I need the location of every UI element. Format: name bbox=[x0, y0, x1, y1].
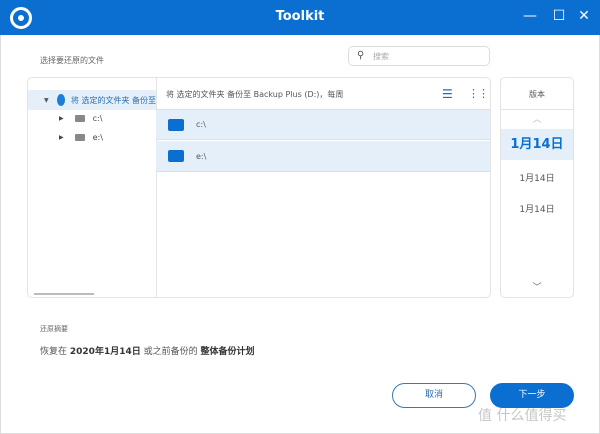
scroll-up-icon[interactable]: ︿ bbox=[501, 112, 573, 125]
file-name: c:\ bbox=[196, 120, 206, 129]
title-bar: Toolkit — ☐ ✕ bbox=[0, 0, 600, 35]
maximize-button[interactable]: ☐ bbox=[551, 8, 567, 24]
version-selected[interactable]: 1月14日 bbox=[501, 129, 573, 160]
tree-root-label: 将 选定的文件夹 备份至 bbox=[70, 95, 156, 105]
watermark: 值 什么值得买 bbox=[478, 408, 567, 424]
content-header: 将 选定的文件夹 备份至 Backup Plus (D:)，每周 bbox=[166, 90, 344, 99]
summary-text: 恢复在 2020年1月14日 或之前备份的 整体备份计划 bbox=[40, 344, 255, 357]
minimize-button[interactable]: — bbox=[522, 8, 538, 24]
search-icon: ⚲ bbox=[357, 50, 365, 61]
file-name: e:\ bbox=[196, 151, 207, 161]
summary-plan: 整体备份计划 bbox=[200, 347, 255, 357]
window-title: Toolkit bbox=[275, 9, 325, 24]
version-item[interactable]: 1月14日 bbox=[501, 202, 573, 215]
tree-item-root[interactable]: ▼ 将 选定的文件夹 备份至 bbox=[28, 90, 156, 110]
cancel-button[interactable]: 取消 bbox=[392, 383, 476, 408]
folder-icon bbox=[168, 118, 184, 131]
tree-item-c[interactable]: ▶ c:\ bbox=[28, 108, 102, 128]
folder-icon bbox=[74, 133, 85, 141]
version-header: 版本 bbox=[529, 90, 545, 99]
scroll-down-icon[interactable]: ﹀ bbox=[501, 280, 573, 293]
search-input[interactable]: ⚲ 搜索 bbox=[348, 46, 490, 66]
summary-label: 还原摘要 bbox=[40, 325, 68, 333]
tree-item-label: c:\ bbox=[92, 113, 103, 123]
file-row[interactable]: e:\ bbox=[156, 141, 490, 172]
folder-icon bbox=[168, 150, 184, 162]
folder-icon bbox=[74, 114, 85, 122]
caret-right-icon: ▶ bbox=[59, 133, 64, 141]
tree-item-label: e:\ bbox=[92, 132, 103, 142]
file-browser: ▼ 将 选定的文件夹 备份至 ▶ c:\ ▶ e:\ 将 选定的文件夹 备份至 … bbox=[27, 77, 491, 298]
version-item[interactable]: 1月14日 bbox=[501, 171, 573, 184]
list-view-icon[interactable]: ☰ bbox=[442, 87, 453, 101]
summary-middle: 或之前备份的 bbox=[143, 347, 198, 357]
horizontal-scrollbar[interactable] bbox=[34, 293, 94, 295]
close-button[interactable]: ✕ bbox=[576, 8, 592, 24]
tree-item-e[interactable]: ▶ e:\ bbox=[28, 127, 103, 147]
summary-prefix: 恢复在 bbox=[40, 347, 68, 357]
caret-right-icon: ▶ bbox=[59, 114, 64, 122]
caret-down-icon: ▼ bbox=[44, 96, 49, 104]
select-files-label: 选择要还原的文件 bbox=[40, 56, 104, 65]
backup-plan-icon bbox=[56, 94, 65, 106]
version-panel: 版本 ︿ 1月14日 1月14日 1月14日 ﹀ bbox=[500, 77, 574, 298]
search-placeholder: 搜索 bbox=[373, 52, 389, 61]
file-row[interactable]: c:\ bbox=[156, 109, 490, 140]
summary-date: 2020年1月14日 bbox=[69, 347, 141, 357]
grid-view-icon[interactable]: ⋮⋮⋮ bbox=[468, 87, 490, 100]
